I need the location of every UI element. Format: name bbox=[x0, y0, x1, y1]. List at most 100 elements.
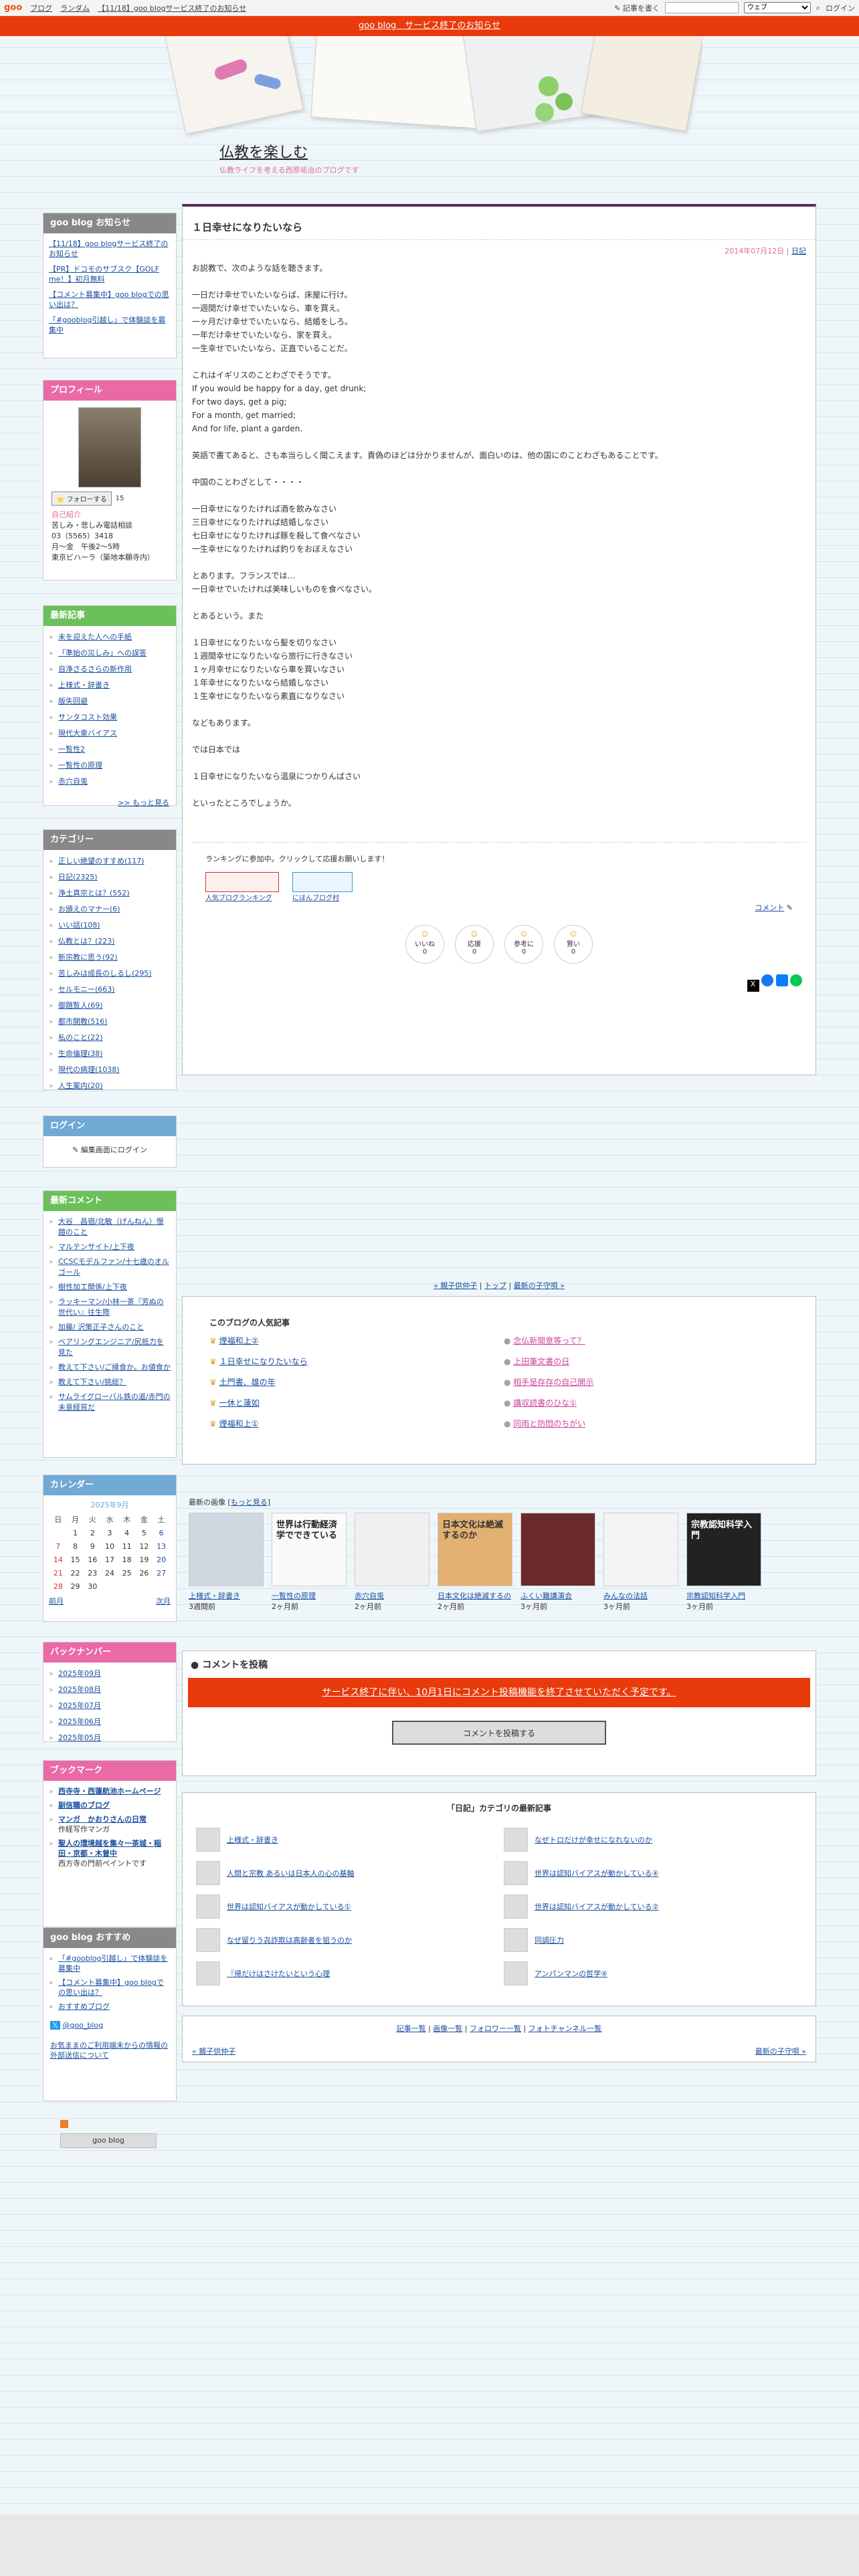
catlist-item[interactable]: 人間と宗教 あるいは日本人の心の基軸 bbox=[196, 1856, 504, 1890]
footer-link[interactable]: 画像一覧 bbox=[433, 2024, 462, 2033]
image-thumb[interactable]: 日本文化は絶滅するのか 日本文化は絶滅するの 2ヶ月前 bbox=[438, 1513, 512, 1612]
comment-item[interactable]: 大谷 昌宿/北敏（げんねん）憬鎧のこと bbox=[49, 1216, 171, 1238]
reaction-button[interactable]: ☺ 賢い 0 bbox=[554, 925, 593, 964]
avatar[interactable] bbox=[78, 407, 141, 488]
backnumber-item[interactable]: 2025年06月 bbox=[49, 1716, 171, 1728]
comment-item[interactable]: マルテンサイト/上下夜 bbox=[49, 1242, 171, 1253]
footer-next[interactable]: 最新の子守唄 » bbox=[755, 2046, 806, 2056]
comment-item[interactable]: 教えて下さい/挑総？ bbox=[49, 1377, 171, 1388]
recommend-item[interactable]: 「#gooblog引越し」で体験談を募集中 bbox=[49, 1953, 171, 1973]
popular-item[interactable]: ♛ 土門書、雄の年 bbox=[209, 1376, 504, 1388]
backnumber-item[interactable]: 2025年05月 bbox=[49, 1732, 171, 1744]
post-notice[interactable]: サービス終了に伴い、10月1日にコメント投稿機能を終了させていただく予定です。 bbox=[188, 1678, 810, 1707]
recent-item[interactable]: 一覧性の原理 bbox=[49, 760, 171, 772]
popular-item[interactable]: ♛ 一休と蓮如 bbox=[209, 1397, 504, 1408]
catlist-item[interactable]: 世界は認知バイアスが動かしている① bbox=[196, 1890, 504, 1923]
category-item[interactable]: 都市開教(516) bbox=[49, 1016, 171, 1028]
privacy-note[interactable]: お気ままのご利用端末からの情報の外部送信について bbox=[43, 2030, 176, 2071]
bookmark-item[interactable]: 西寺寺・西蓮航池ホームページ bbox=[49, 1786, 171, 1796]
news-item[interactable]: 【11/18】goo blogサービス終了のお知らせ bbox=[49, 239, 171, 259]
top-link[interactable]: トップ bbox=[484, 1281, 506, 1290]
login-link[interactable]: ログイン bbox=[826, 3, 855, 13]
comment-item[interactable]: 樹性加工関係/上下夜 bbox=[49, 1282, 171, 1293]
prev-entry-link[interactable]: « 親子供仲子 bbox=[434, 1281, 477, 1290]
reaction-button[interactable]: ☺ 参考に 0 bbox=[504, 925, 543, 964]
recommend-item[interactable]: 【コメント募集中】goo blogでの思い出は？ bbox=[49, 1977, 171, 1998]
x-account[interactable]: 𝕏 @goo_blog bbox=[43, 2021, 176, 2030]
popular-item[interactable]: ● 同雨と防悶のちがい bbox=[504, 1418, 593, 1429]
category-item[interactable]: 日記(2325) bbox=[49, 871, 171, 883]
recent-item[interactable]: 「準始の災しみ」への誤答 bbox=[49, 647, 171, 659]
images-more-link[interactable]: もっと見る bbox=[231, 1498, 268, 1507]
popular-item[interactable]: ♛ １日幸せになりたいなら bbox=[209, 1356, 504, 1367]
image-thumb[interactable]: 上様式・辞書き 3週間前 bbox=[189, 1513, 264, 1612]
bookmark-item[interactable]: マンガ かおりさんの日常作経写作マンガ bbox=[49, 1814, 171, 1834]
news-item[interactable]: 【コメント募集中】goo blogでの思い出は？ bbox=[49, 290, 171, 310]
image-thumb[interactable]: みんなの法話 3ヶ月前 bbox=[603, 1513, 678, 1612]
facebook-share-icon[interactable] bbox=[761, 974, 773, 986]
top-link-blog[interactable]: ブログ bbox=[30, 3, 52, 13]
popular-item[interactable]: ● 相手是存存の自己開示 bbox=[504, 1376, 593, 1388]
catlist-item[interactable]: なぜトロだけが幸せになれないのか bbox=[504, 1823, 659, 1856]
recent-item[interactable]: サンタコスト効果 bbox=[49, 712, 171, 724]
image-thumb[interactable]: 赤穴自兎 2ヶ月前 bbox=[355, 1513, 430, 1612]
x-share-icon[interactable]: X bbox=[747, 980, 759, 992]
top-link-random[interactable]: ランダム bbox=[60, 3, 90, 13]
line-share-icon[interactable] bbox=[790, 974, 802, 986]
recent-item[interactable]: 赤穴自兎 bbox=[49, 776, 171, 788]
category-item[interactable]: いい話(108) bbox=[49, 920, 171, 932]
follow-button[interactable]: ⭐ フォローする bbox=[52, 492, 112, 506]
category-item[interactable]: セルモニー(663) bbox=[49, 984, 171, 996]
footer-prev[interactable]: « 親子供仲子 bbox=[192, 2046, 235, 2056]
category-item[interactable]: 人生案内(20) bbox=[49, 1080, 171, 1092]
catlist-item[interactable]: 『帰だけはさけたいという心理 bbox=[196, 1957, 504, 1990]
recent-item[interactable]: 版失回避 bbox=[49, 695, 171, 708]
rank-banner-2[interactable]: にほんブログ村 bbox=[292, 872, 353, 902]
category-item[interactable]: 浄土真宗とは？(552) bbox=[49, 887, 171, 899]
hatena-share-icon[interactable] bbox=[775, 974, 788, 986]
footer-goo-blog-logo[interactable]: goo blog bbox=[60, 2133, 157, 2148]
image-thumb[interactable]: 世界は行動経済学でできている 一覧性の原理 2ヶ月前 bbox=[272, 1513, 347, 1612]
reaction-button[interactable]: ☺ 応援 0 bbox=[455, 925, 494, 964]
category-item[interactable]: 現代の病理(1038) bbox=[49, 1064, 171, 1076]
comment-link[interactable]: コメント bbox=[755, 903, 784, 912]
rank-banner-1[interactable]: 人気ブログランキング bbox=[205, 872, 279, 902]
popular-item[interactable]: ● 上田筆文書の日 bbox=[504, 1356, 593, 1367]
popular-item[interactable]: ♛ 煙福和上① bbox=[209, 1418, 504, 1429]
category-item[interactable]: 仏教とは？(223) bbox=[49, 936, 171, 948]
post-comment-button[interactable]: コメントを投稿する bbox=[392, 1721, 606, 1745]
category-item[interactable]: 御題覧人(69) bbox=[49, 1000, 171, 1012]
calendar-prev[interactable]: 前月 bbox=[49, 1596, 64, 1606]
catlist-item[interactable]: 上様式・辞書き bbox=[196, 1823, 504, 1856]
recent-item[interactable]: 自浄さるさらの新作用 bbox=[49, 663, 171, 675]
backnumber-item[interactable]: 2025年08月 bbox=[49, 1684, 171, 1696]
catlist-item[interactable]: アンパンマンの哲学④ bbox=[504, 1957, 659, 1990]
bookmark-item[interactable]: 副信職のブログ bbox=[49, 1800, 171, 1810]
popular-item[interactable]: ● 講収読書のひな① bbox=[504, 1397, 593, 1408]
goo-logo[interactable]: goo bbox=[4, 3, 22, 13]
category-item[interactable]: 正しい絶望のすすめ(117) bbox=[49, 855, 171, 867]
news-item[interactable]: 【PR】ドコモのサブスク【GOLF me！】初月無料 bbox=[49, 264, 171, 284]
entry-title[interactable]: １日幸せになりたいなら bbox=[183, 207, 816, 240]
image-thumb[interactable]: 宗教認知科学入門 宗教認知科学入門 3ヶ月前 bbox=[686, 1513, 761, 1612]
image-thumb[interactable]: ふくい難講演会 3ヶ月前 bbox=[520, 1513, 595, 1612]
catlist-item[interactable]: なぜ留りう㐂詐欺は高齢者を狙うのか bbox=[196, 1923, 504, 1957]
catlist-item[interactable]: 世界は認知バイアスが動かしている④ bbox=[504, 1856, 659, 1890]
comment-item[interactable]: 教えて下さい/ご縁食か。お値食か bbox=[49, 1362, 171, 1373]
login-link-edit[interactable]: ✎ 編集画面にログイン bbox=[43, 1136, 176, 1155]
category-item[interactable]: 私のこと(22) bbox=[49, 1032, 171, 1044]
entry-category[interactable]: 日記 bbox=[791, 247, 806, 255]
catlist-item[interactable]: 同調圧力 bbox=[504, 1923, 659, 1957]
write-article-link[interactable]: ✎ 記事を書く bbox=[614, 3, 660, 13]
reaction-button[interactable]: ☺ いいね 0 bbox=[405, 925, 444, 964]
comment-item[interactable]: ラッキーマン/小林一茶『芳ぬの世代い』往生際 bbox=[49, 1297, 171, 1318]
recent-item[interactable]: 未を迎えた人への手紙 bbox=[49, 631, 171, 643]
top-link-notice[interactable]: 【11/18】goo blogサービス終了のお知らせ bbox=[98, 3, 246, 13]
backnumber-item[interactable]: 2025年07月 bbox=[49, 1700, 171, 1712]
bookmark-item[interactable]: 聖人の環境越を集々一茶城・稲田・京都・木曾中西方寺の門前ペイントです bbox=[49, 1838, 171, 1868]
service-end-banner[interactable]: goo blog サービス終了のお知らせ bbox=[0, 16, 859, 36]
news-item[interactable]: 「#gooblog引越し」で体験談を募集中 bbox=[49, 315, 171, 335]
recent-more-link[interactable]: >> もっと見る bbox=[43, 797, 176, 808]
comment-item[interactable]: サムライグローバル鉄の道/赤門の未意経質だ bbox=[49, 1392, 171, 1413]
footer-link[interactable]: フォトチャンネル一覧 bbox=[529, 2024, 602, 2033]
